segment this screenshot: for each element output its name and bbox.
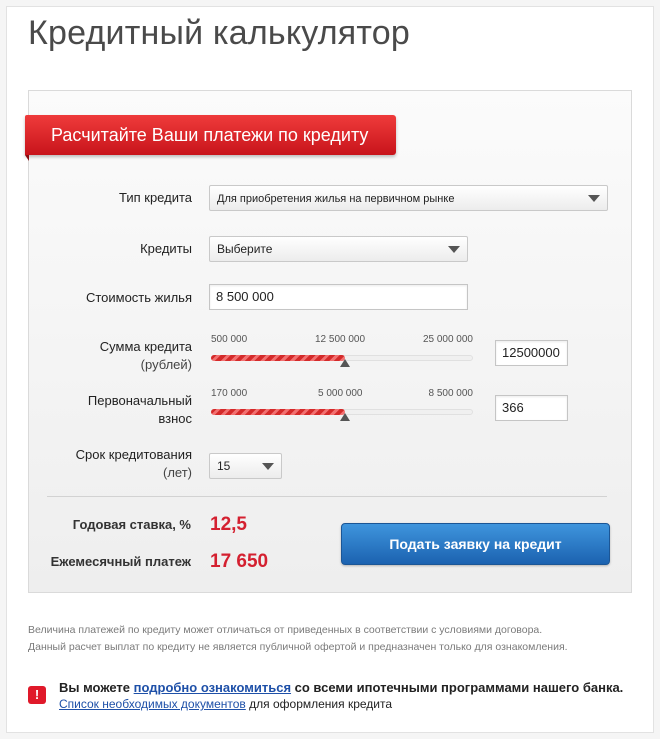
down-payment-slider[interactable]: 170 000 5 000 000 8 500 000 bbox=[211, 388, 473, 421]
calculator-ribbon: Расчитайте Ваши платежи по кредиту bbox=[25, 115, 396, 155]
rate-value: 12,5 bbox=[210, 514, 247, 535]
loan-type-value: Для приобретения жилья на первичном рынк… bbox=[217, 193, 455, 205]
slider-tick-label: 8 500 000 bbox=[428, 388, 474, 399]
loan-amount-slider[interactable]: 500 000 12 500 000 25 000 000 bbox=[211, 334, 473, 367]
info-text: со всеми ипотечными программами нашего б… bbox=[291, 680, 624, 695]
term-sublabel: (лет) bbox=[163, 465, 192, 480]
page-title: Кредитный калькулятор bbox=[28, 14, 410, 52]
down-payment-label-text-2: взнос bbox=[158, 411, 192, 426]
slider-ticks: 500 000 12 500 000 25 000 000 bbox=[211, 334, 473, 348]
chevron-down-icon[interactable] bbox=[441, 237, 467, 261]
slider-ticks: 170 000 5 000 000 8 500 000 bbox=[211, 388, 473, 402]
info-line-documents: Список необходимых документов для оформл… bbox=[59, 697, 392, 711]
down-payment-label: Первоначальный взнос bbox=[22, 392, 192, 428]
info-text: для оформления кредита bbox=[245, 697, 393, 711]
slider-fill bbox=[211, 409, 345, 415]
slider-fill bbox=[211, 355, 345, 361]
credits-value: Выберите bbox=[217, 242, 273, 256]
credits-select[interactable]: Выберите bbox=[209, 236, 468, 262]
chevron-down-icon[interactable] bbox=[581, 186, 607, 210]
loan-amount-input[interactable]: 12500000 bbox=[495, 340, 568, 366]
property-cost-label: Стоимость жилья bbox=[85, 290, 192, 305]
slider-tick-label: 25 000 000 bbox=[422, 334, 473, 345]
loan-type-label: Тип кредита bbox=[118, 190, 192, 205]
loan-type-select[interactable]: Для приобретения жилья на первичном рынк… bbox=[209, 185, 608, 211]
disclaimer: Величина платежей по кредиту может отлич… bbox=[28, 622, 638, 656]
apply-loan-button[interactable]: Подать заявку на кредит bbox=[341, 523, 610, 565]
info-text: Вы можете bbox=[59, 680, 134, 695]
loan-amount-label-text: Сумма кредита bbox=[99, 339, 192, 354]
rate-label: Годовая ставка, % bbox=[72, 517, 191, 532]
slider-tick-label: 12 500 000 bbox=[315, 334, 366, 345]
payment-value: 17 650 bbox=[210, 551, 269, 572]
ribbon-fold bbox=[25, 155, 29, 161]
required-documents-link[interactable]: Список необходимых документов bbox=[59, 697, 246, 711]
down-payment-label-text: Первоначальный bbox=[87, 393, 192, 408]
programs-details-link[interactable]: подробно ознакомиться bbox=[134, 680, 291, 695]
slider-tick-label: 5 000 000 bbox=[318, 388, 363, 399]
info-line-programs: Вы можете подробно ознакомиться со всеми… bbox=[59, 680, 623, 695]
alert-icon: ! bbox=[28, 686, 46, 704]
down-payment-input[interactable]: 366 bbox=[495, 395, 568, 421]
payment-label: Ежемесячный платеж bbox=[50, 554, 191, 569]
slider-tick-label: 500 000 bbox=[211, 334, 248, 345]
term-value: 15 bbox=[217, 459, 231, 473]
term-label-text: Срок кредитования bbox=[75, 447, 192, 462]
term-select[interactable]: 15 bbox=[209, 453, 282, 479]
credits-label: Кредиты bbox=[140, 241, 192, 256]
slider-handle[interactable] bbox=[340, 413, 350, 421]
term-label: Срок кредитования (лет) bbox=[22, 446, 192, 482]
loan-amount-sublabel: (рублей) bbox=[140, 357, 192, 372]
chevron-down-icon[interactable] bbox=[255, 454, 281, 478]
disclaimer-line: Величина платежей по кредиту может отлич… bbox=[28, 624, 543, 636]
property-cost-input[interactable]: 8 500 000 bbox=[209, 284, 468, 310]
disclaimer-line: Данный расчет выплат по кредиту не являе… bbox=[28, 641, 568, 653]
loan-amount-label: Сумма кредита (рублей) bbox=[22, 338, 192, 374]
slider-tick-label: 170 000 bbox=[211, 388, 248, 399]
divider bbox=[47, 496, 607, 497]
slider-handle[interactable] bbox=[340, 359, 350, 367]
